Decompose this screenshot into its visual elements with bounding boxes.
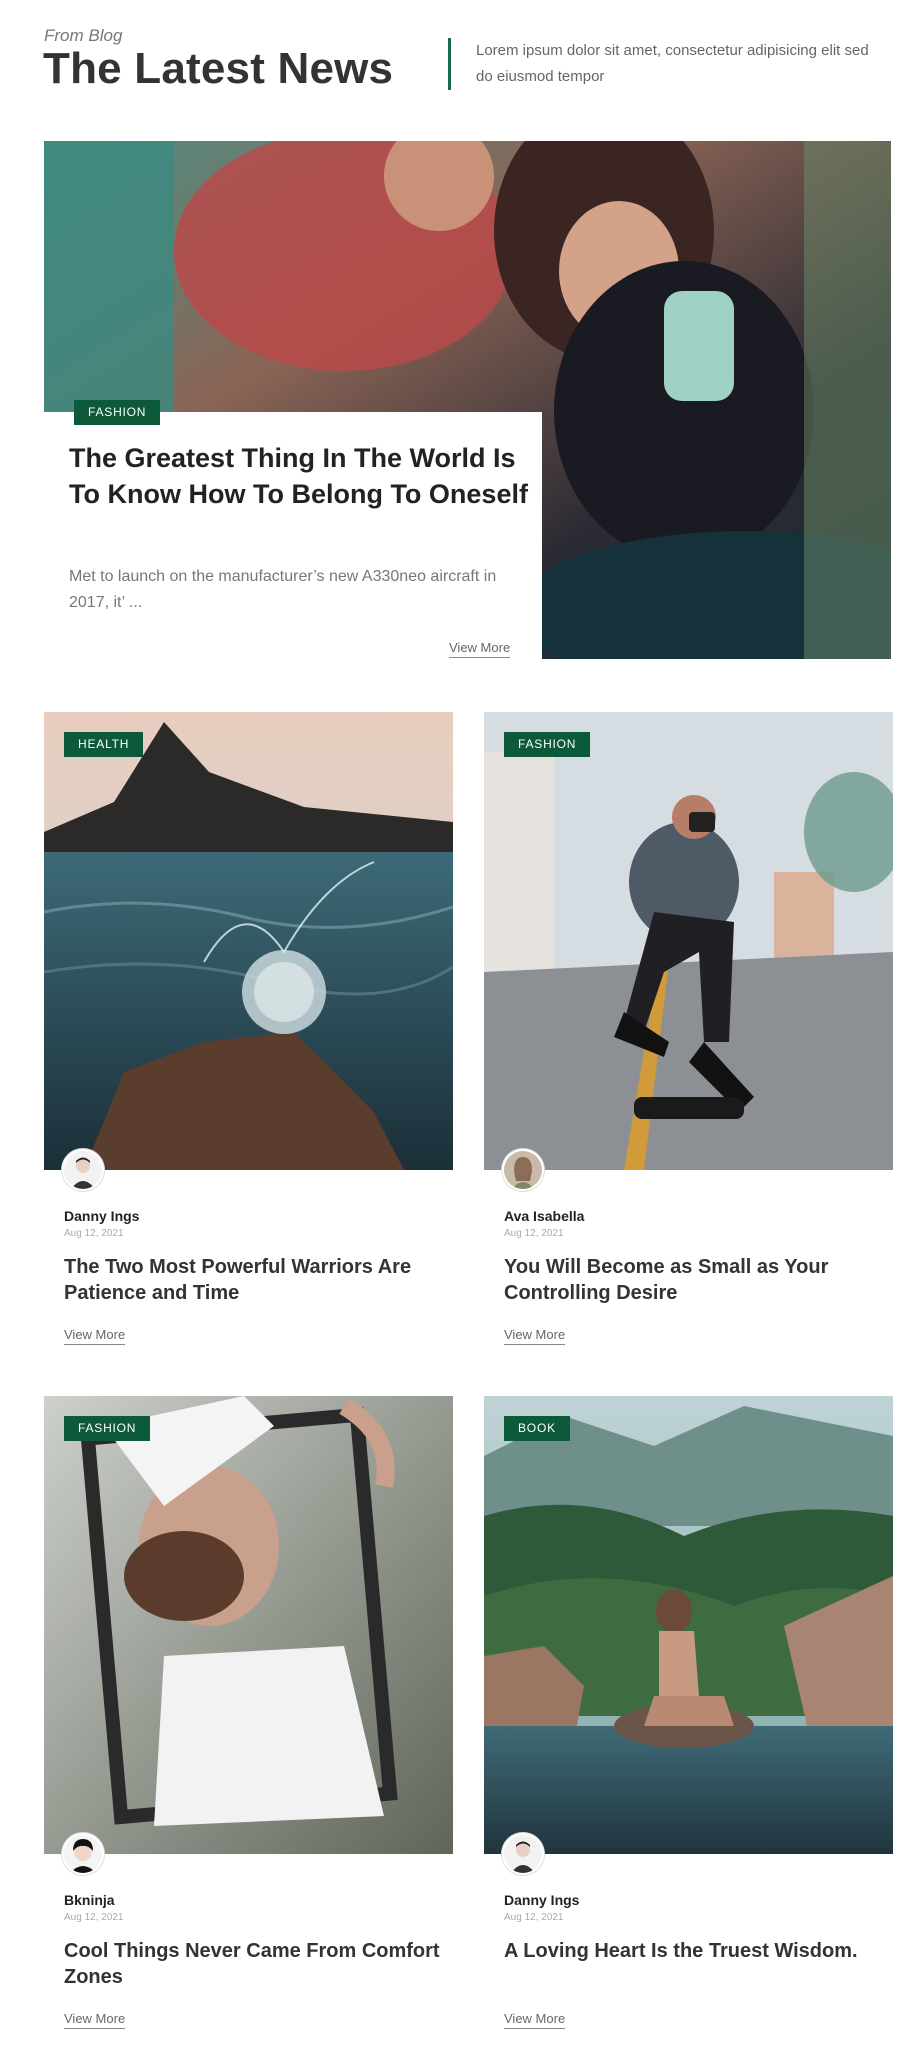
view-more-link[interactable]: View More xyxy=(449,640,511,658)
featured-post-card: FASHION The Greatest Thing In The World … xyxy=(44,400,542,662)
post-date: Aug 12, 2021 xyxy=(504,1912,564,1923)
category-badge[interactable]: BOOK xyxy=(504,1416,570,1441)
header-divider xyxy=(448,38,451,90)
post-image[interactable] xyxy=(44,712,453,1170)
featured-post-excerpt: Met to launch on the manufacturer’s new … xyxy=(69,568,497,611)
post-card: FASHION Ava Isabella Aug 12, 2021 You Wi… xyxy=(484,712,893,1352)
view-more-link[interactable]: View More xyxy=(64,2011,126,2029)
post-image[interactable] xyxy=(44,1396,453,1854)
post-image[interactable] xyxy=(484,712,893,1170)
category-badge[interactable]: FASHION xyxy=(504,732,591,757)
post-title[interactable]: Cool Things Never Came From Comfort Zone… xyxy=(64,1938,449,1990)
post-title[interactable]: You Will Become as Small as Your Control… xyxy=(504,1254,889,1306)
header-description: Lorem ipsum dolor sit amet, consectetur … xyxy=(476,42,869,85)
category-badge[interactable]: FASHION xyxy=(64,1416,151,1441)
view-more-link[interactable]: View More xyxy=(504,2011,566,2029)
section-kicker: From Blog xyxy=(44,26,123,45)
view-more-link[interactable]: View More xyxy=(64,1327,126,1345)
post-image[interactable] xyxy=(484,1396,893,1854)
post-title[interactable]: A Loving Heart Is the Truest Wisdom. xyxy=(504,1938,889,1964)
category-badge[interactable]: HEALTH xyxy=(64,732,144,757)
post-date: Aug 12, 2021 xyxy=(64,1912,124,1923)
author-name[interactable]: Bkninja xyxy=(64,1892,115,1908)
post-card: HEALTH Danny Ings Aug 12, 2021 The Two M… xyxy=(44,712,453,1352)
author-avatar[interactable] xyxy=(62,1149,104,1191)
post-title[interactable]: The Two Most Powerful Warriors Are Patie… xyxy=(64,1254,449,1306)
post-date: Aug 12, 2021 xyxy=(64,1228,124,1239)
post-date: Aug 12, 2021 xyxy=(504,1228,564,1239)
view-more-link[interactable]: View More xyxy=(504,1327,566,1345)
post-card: FASHION Bkninja Aug 12, 2021 Cool Things… xyxy=(44,1396,453,2036)
category-badge[interactable]: FASHION xyxy=(74,400,161,425)
author-avatar[interactable] xyxy=(502,1833,544,1875)
author-avatar[interactable] xyxy=(502,1149,544,1191)
post-card: BOOK Danny Ings Aug 12, 2021 A Loving He… xyxy=(484,1396,893,2036)
featured-post-title[interactable]: The Greatest Thing In The World Is To Kn… xyxy=(69,440,529,512)
author-name[interactable]: Danny Ings xyxy=(64,1208,139,1224)
author-avatar[interactable] xyxy=(62,1833,104,1875)
author-name[interactable]: Danny Ings xyxy=(504,1892,579,1908)
page-title: The Latest News xyxy=(43,44,394,93)
author-name[interactable]: Ava Isabella xyxy=(504,1208,584,1224)
